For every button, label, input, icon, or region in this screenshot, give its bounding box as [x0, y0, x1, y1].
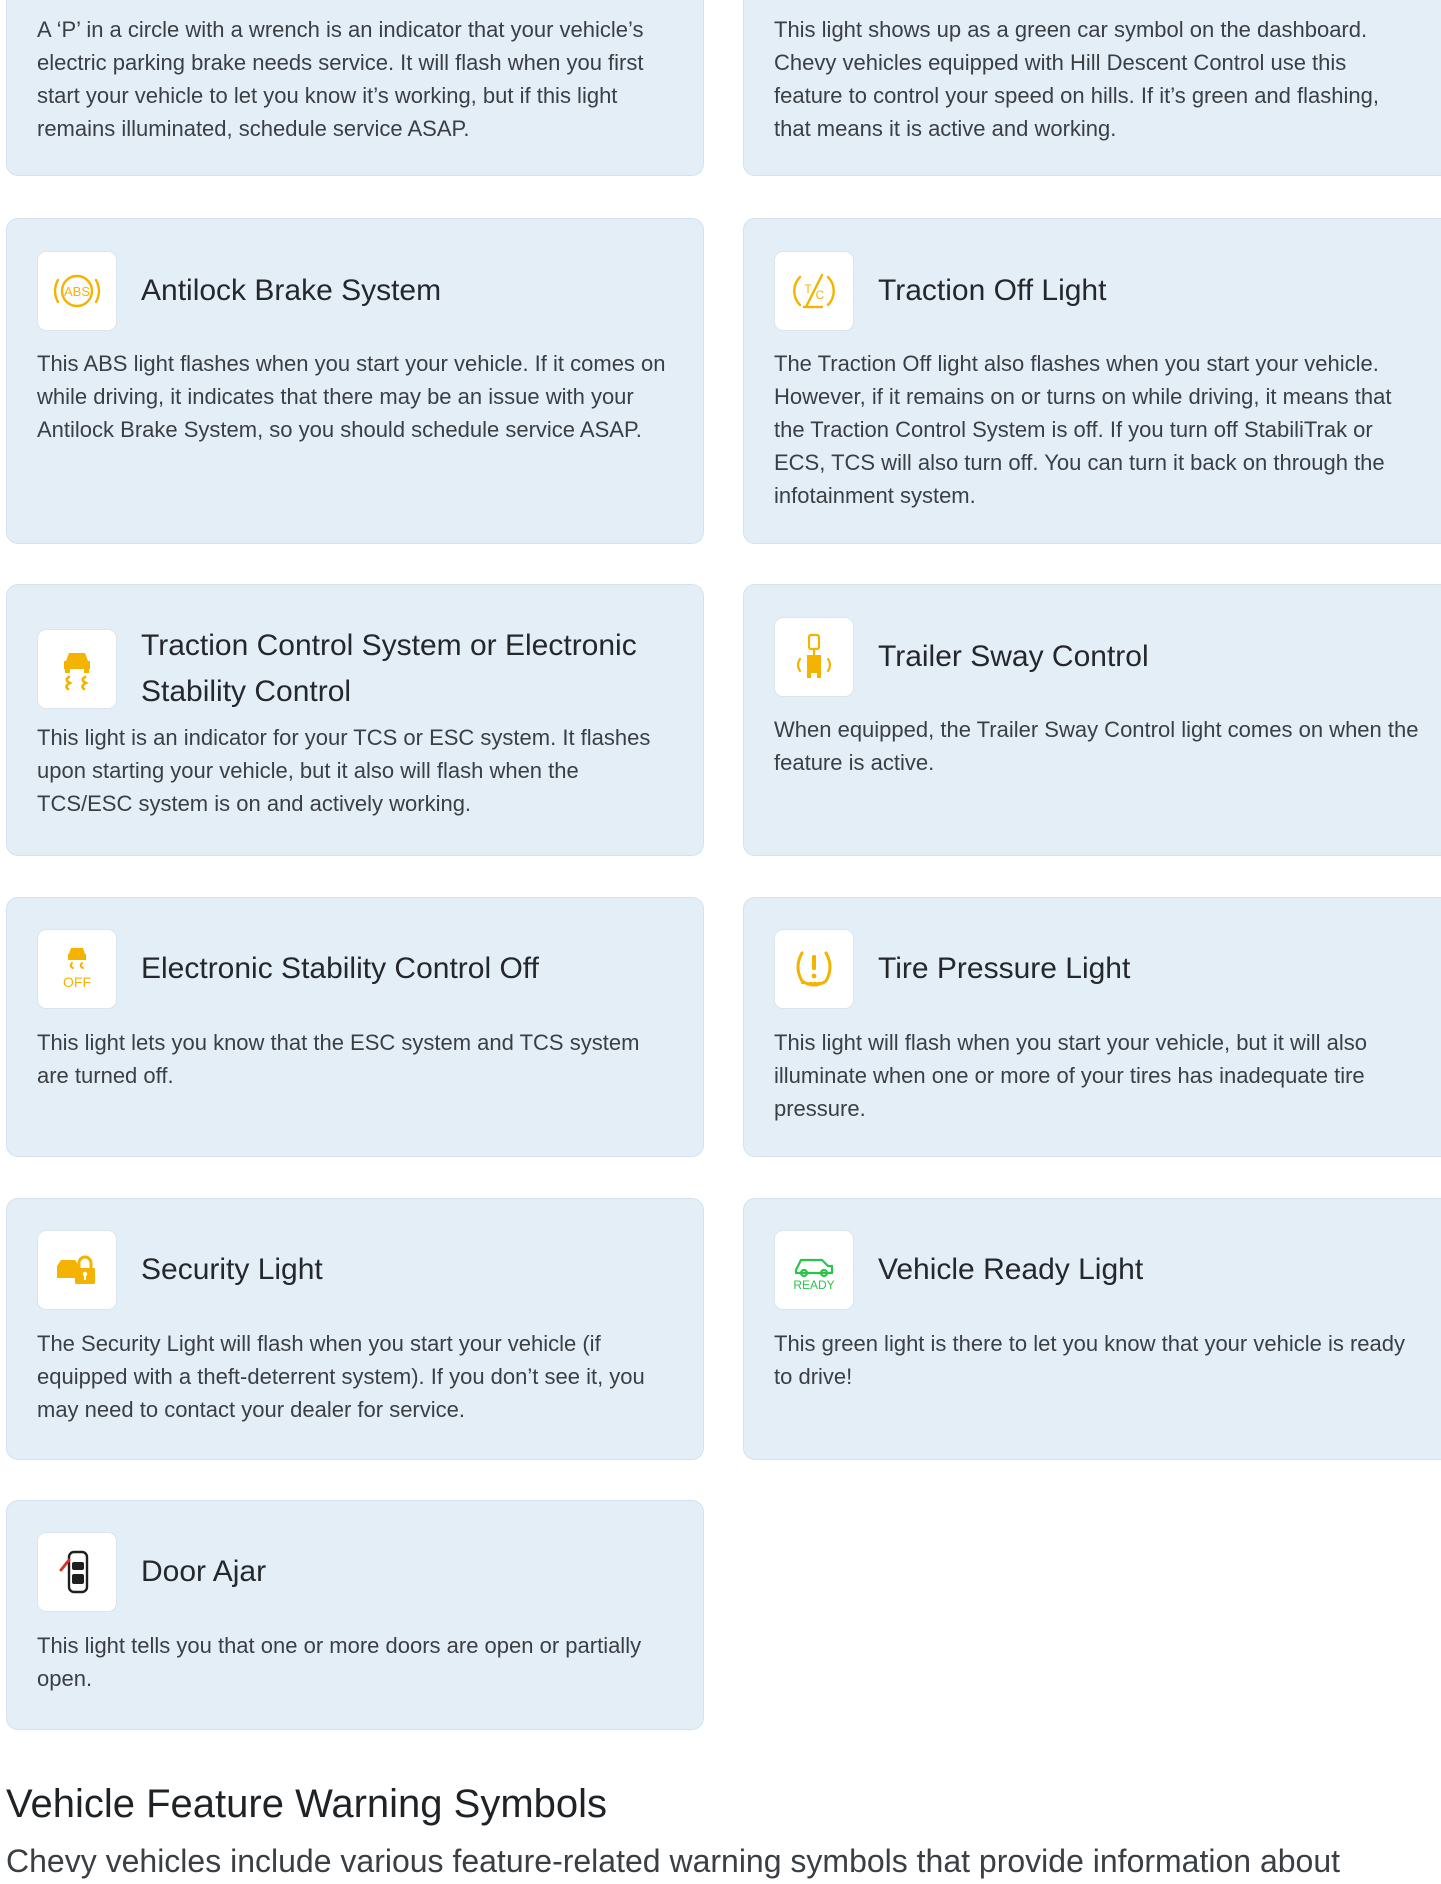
card-traction-control-system: Traction Control System or Electronic St… [6, 584, 704, 856]
card-title: Tire Pressure Light [878, 952, 1131, 985]
door-ajar-icon [37, 1532, 117, 1612]
card-vehicle-ready-light: READY Vehicle Ready Light This green lig… [743, 1198, 1441, 1460]
card-title: Trailer Sway Control [878, 640, 1149, 673]
card-description: This light tells you that one or more do… [37, 1633, 642, 1691]
vehicle-ready-icon-text: READY [793, 1278, 834, 1292]
card-title: Door Ajar [141, 1555, 267, 1588]
card-title: Antilock Brake System [141, 274, 442, 307]
security-icon [37, 1230, 117, 1310]
svg-text:ABS: ABS [64, 284, 90, 299]
card-description: This ABS light flashes when you start yo… [37, 351, 666, 442]
card-description: This green light is there to let you kno… [774, 1331, 1405, 1389]
card-tire-pressure-light: Tire Pressure Light This light will flas… [743, 897, 1441, 1157]
card-description: This light lets you know that the ESC sy… [37, 1030, 640, 1088]
card-description: This light shows up as a green car symbo… [774, 17, 1379, 141]
card-electric-parking-brake-service: A ‘P’ in a circle with a wrench is an in… [6, 0, 704, 176]
section-intro-text: Chevy vehicles include various feature-r… [6, 1843, 1341, 1879]
card-description: When equipped, the Trailer Sway Control … [774, 717, 1419, 775]
traction-off-icon: T C [774, 251, 854, 331]
card-hill-descent-control: This light shows up as a green car symbo… [743, 0, 1441, 176]
svg-text:C: C [816, 288, 825, 302]
card-trailer-sway-control: Trailer Sway Control When equipped, the … [743, 584, 1441, 856]
esc-off-icon-text: OFF [63, 974, 91, 990]
esc-off-icon: OFF [37, 929, 117, 1009]
card-description: A ‘P’ in a circle with a wrench is an in… [37, 17, 644, 141]
trailer-sway-icon [774, 617, 854, 697]
abs-icon: ABS [37, 251, 117, 331]
card-esc-off: OFF Electronic Stability Control Off Thi… [6, 897, 704, 1157]
card-description: The Traction Off light also flashes when… [774, 351, 1392, 508]
card-description: This light is an indicator for your TCS … [37, 725, 651, 816]
vehicle-ready-icon: READY [774, 1230, 854, 1310]
card-description: This light will flash when you start you… [774, 1030, 1368, 1121]
card-security-light: Security Light The Security Light will f… [6, 1198, 704, 1460]
svg-text:T: T [804, 282, 812, 296]
traction-control-icon [37, 629, 117, 709]
card-description: The Security Light will flash when you s… [37, 1331, 645, 1422]
card-title: Traction Off Light [878, 274, 1107, 307]
tire-pressure-icon [774, 929, 854, 1009]
card-title: Vehicle Ready Light [878, 1253, 1144, 1286]
card-door-ajar: Door Ajar This light tells you that one … [6, 1500, 704, 1730]
card-title: Traction Control System or Electronic St… [141, 629, 637, 708]
card-traction-off-light: T C Traction Off Light The Traction Off … [743, 218, 1441, 544]
section-heading: Vehicle Feature Warning Symbols [6, 1782, 608, 1826]
card-title: Security Light [141, 1253, 323, 1286]
card-title: Electronic Stability Control Off [141, 952, 539, 985]
card-antilock-brake-system: ABS Antilock Brake System This ABS light… [6, 218, 704, 544]
